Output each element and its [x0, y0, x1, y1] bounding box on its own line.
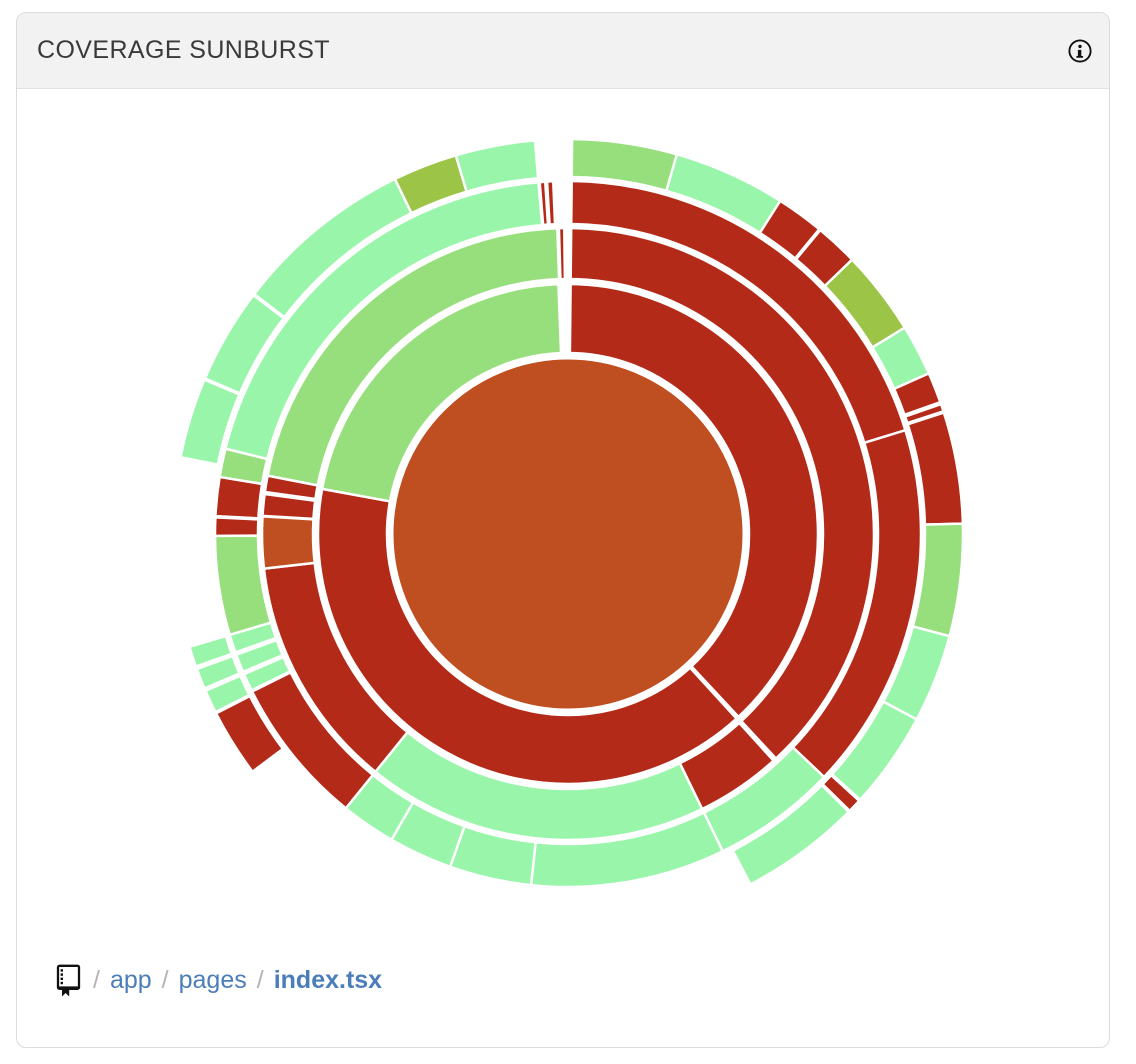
info-circle-icon: [1067, 38, 1093, 64]
sunburst-segment-ring3[interactable]: [547, 181, 555, 224]
sunburst-segment-ring2[interactable]: [262, 516, 315, 568]
card-header: COVERAGE SUNBURST: [17, 13, 1109, 89]
breadcrumb-separator: /: [93, 963, 100, 997]
breadcrumb-item-current-file: index.tsx: [274, 963, 382, 997]
sunburst-segment-ring2[interactable]: [559, 228, 565, 279]
info-button[interactable]: [1067, 38, 1093, 64]
card-title: COVERAGE SUNBURST: [37, 36, 330, 65]
breadcrumb: / app / pages / index.tsx: [55, 963, 382, 997]
breadcrumb-separator: /: [162, 963, 169, 997]
breadcrumb-separator: /: [257, 963, 264, 997]
book-icon[interactable]: [55, 963, 83, 997]
sunburst-chart: [168, 134, 968, 934]
page: COVERAGE SUNBURST: [0, 0, 1136, 1064]
sunburst-center[interactable]: [392, 358, 744, 710]
coverage-sunburst-card: COVERAGE SUNBURST: [16, 12, 1110, 1048]
sunburst-segment-ring3[interactable]: [215, 517, 258, 535]
breadcrumb-item-pages[interactable]: pages: [179, 963, 247, 997]
breadcrumb-item-app[interactable]: app: [110, 963, 152, 997]
